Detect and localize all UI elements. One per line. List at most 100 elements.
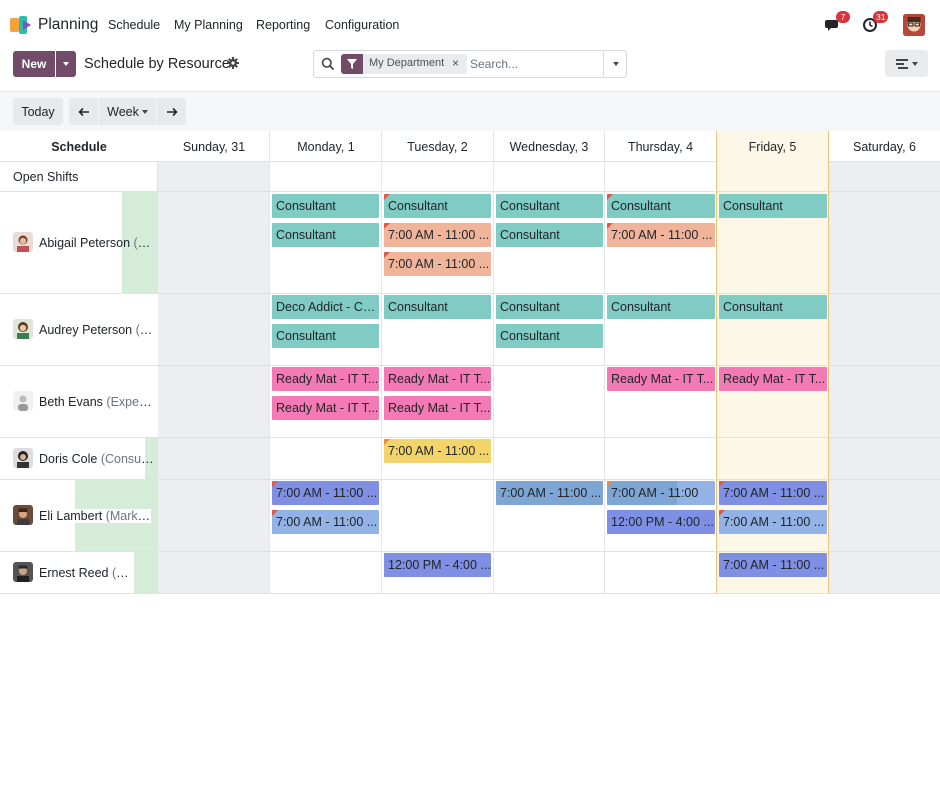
resource-name[interactable]: Beth Evans (Experie...	[39, 395, 154, 409]
search-input[interactable]	[470, 55, 600, 73]
row-header: Abigail Peterson (C...	[0, 192, 158, 293]
resource-name[interactable]: Doris Cole (Consult...	[39, 452, 154, 466]
avatar	[13, 319, 33, 339]
next-button[interactable]	[157, 98, 186, 125]
search-options-toggle[interactable]	[603, 51, 627, 77]
row-header: Beth Evans (Experie...	[0, 366, 158, 437]
activities-badge: 31	[873, 11, 889, 23]
messages-button[interactable]: 7	[825, 11, 850, 36]
messages-badge: 7	[836, 11, 850, 23]
previous-button[interactable]	[69, 98, 98, 125]
shift-pill[interactable]: 12:00 PM - 4:00 ...	[607, 510, 715, 534]
app-name[interactable]: Planning	[38, 16, 98, 34]
shift-pill[interactable]: Consultant	[496, 295, 603, 319]
shift-pill[interactable]: 7:00 AM - 11:00	[607, 481, 715, 505]
shift-pill[interactable]: Deco Addict - Co...	[272, 295, 379, 319]
menu-reporting[interactable]: Reporting	[256, 18, 310, 32]
workload-bar	[134, 552, 158, 593]
caret-down-icon	[911, 61, 918, 66]
warning-flag-icon	[607, 223, 613, 229]
today-button[interactable]: Today	[13, 98, 63, 125]
menu-schedule[interactable]: Schedule	[108, 18, 160, 32]
shift-pill[interactable]: 7:00 AM - 11:00 ...	[496, 481, 603, 505]
user-avatar-image	[903, 14, 925, 36]
gantt-header: Schedule Sunday, 31 Monday, 1 Tuesday, 2…	[0, 131, 940, 162]
shift-pill[interactable]: Consultant	[607, 194, 715, 218]
shift-pill[interactable]: Consultant	[496, 223, 603, 247]
shift-pill[interactable]: Consultant	[496, 324, 603, 348]
row-header: Ernest Reed (Consu...	[0, 552, 158, 593]
resource-name[interactable]: Audrey Peterson (C...	[39, 323, 154, 337]
day-header: Monday, 1	[297, 139, 355, 154]
caret-down-icon	[141, 109, 148, 114]
planning-app-icon[interactable]	[10, 16, 32, 34]
resource-name[interactable]: Ernest Reed (Consu...	[39, 566, 134, 580]
day-header: Sunday, 31	[182, 139, 246, 154]
open-shifts-label: Open Shifts	[13, 170, 79, 184]
shift-pill[interactable]: 7:00 AM - 11:00 ...	[384, 223, 491, 247]
new-button[interactable]: New	[13, 51, 55, 77]
warning-flag-icon	[719, 481, 725, 487]
warning-flag-icon	[272, 481, 278, 487]
avatar	[13, 562, 33, 582]
shift-pill[interactable]: Consultant	[384, 194, 491, 218]
user-avatar[interactable]	[903, 14, 925, 36]
shift-pill[interactable]: Ready Mat - IT T...	[384, 367, 491, 391]
shift-pill[interactable]: 12:00 PM - 4:00 ...	[384, 553, 491, 577]
shift-pill[interactable]: 7:00 AM - 11:00 ...	[719, 510, 827, 534]
shift-pill[interactable]: Ready Mat - IT T...	[272, 396, 379, 420]
warning-flag-icon	[384, 252, 390, 258]
shift-pill[interactable]: Consultant	[272, 194, 379, 218]
remove-facet-button[interactable]: ×	[452, 56, 459, 70]
day-header-today: Friday, 5	[716, 131, 829, 162]
arrow-left-icon	[77, 107, 89, 116]
row-header: Audrey Peterson (C...	[0, 294, 158, 365]
shift-pill[interactable]: 7:00 AM - 11:00 ...	[272, 510, 379, 534]
day-header: Tuesday, 2	[407, 139, 468, 154]
shift-pill[interactable]: Consultant	[496, 194, 603, 218]
new-dropdown-toggle[interactable]	[56, 51, 76, 77]
scale-label: Week	[107, 104, 139, 119]
row-header: Open Shifts	[0, 162, 158, 191]
facet-label: My Department	[369, 57, 445, 69]
shift-pill[interactable]: 7:00 AM - 11:00 ...	[719, 481, 827, 505]
schedule-column-header: Schedule	[51, 139, 107, 154]
gantt-row-open-shifts: Open Shifts	[0, 162, 940, 192]
menu-my-planning[interactable]: My Planning	[174, 18, 243, 32]
shift-pill[interactable]: 7:00 AM - 11:00 ...	[384, 252, 491, 276]
resource-name[interactable]: Eli Lambert (Market...	[39, 509, 151, 523]
scale-dropdown[interactable]: Week	[99, 98, 156, 125]
gantt-view-icon	[895, 58, 908, 69]
shift-pill[interactable]: Consultant	[719, 194, 827, 218]
shift-pill[interactable]: Consultant	[272, 223, 379, 247]
view-switcher-button[interactable]	[885, 50, 928, 77]
arrow-right-icon	[166, 107, 178, 116]
warning-flag-icon	[607, 481, 613, 487]
shift-pill[interactable]: Ready Mat - IT T...	[384, 396, 491, 420]
shift-pill[interactable]: Ready Mat - IT T...	[272, 367, 379, 391]
resource-name[interactable]: Abigail Peterson (C...	[39, 236, 154, 250]
search-icon	[321, 57, 335, 71]
warning-flag-icon	[384, 194, 390, 200]
avatar	[13, 448, 33, 468]
shift-pill[interactable]: Ready Mat - IT T...	[719, 367, 827, 391]
caret-down-icon	[63, 62, 69, 66]
row-header: Doris Cole (Consult...	[0, 438, 158, 479]
shift-pill[interactable]: Ready Mat - IT T...	[607, 367, 715, 391]
warning-flag-icon	[384, 439, 390, 445]
gear-icon[interactable]	[227, 57, 239, 69]
menu-configuration[interactable]: Configuration	[325, 18, 399, 32]
shift-pill[interactable]: Consultant	[272, 324, 379, 348]
shift-pill[interactable]: Consultant	[384, 295, 491, 319]
shift-pill[interactable]: 7:00 AM - 11:00 ...	[719, 553, 827, 577]
shift-pill[interactable]: Consultant	[607, 295, 715, 319]
shift-pill[interactable]: 7:00 AM - 11:00 ...	[272, 481, 379, 505]
avatar	[13, 232, 33, 252]
shift-pill[interactable]: Consultant	[719, 295, 827, 319]
shift-pill[interactable]: 7:00 AM - 11:00 ...	[384, 439, 491, 463]
warning-flag-icon	[384, 223, 390, 229]
shift-pill[interactable]: 7:00 AM - 11:00 ...	[607, 223, 715, 247]
day-header: Saturday, 6	[852, 139, 916, 154]
page-title: Schedule by Resource	[84, 56, 230, 72]
activities-button[interactable]: 31	[862, 11, 889, 36]
